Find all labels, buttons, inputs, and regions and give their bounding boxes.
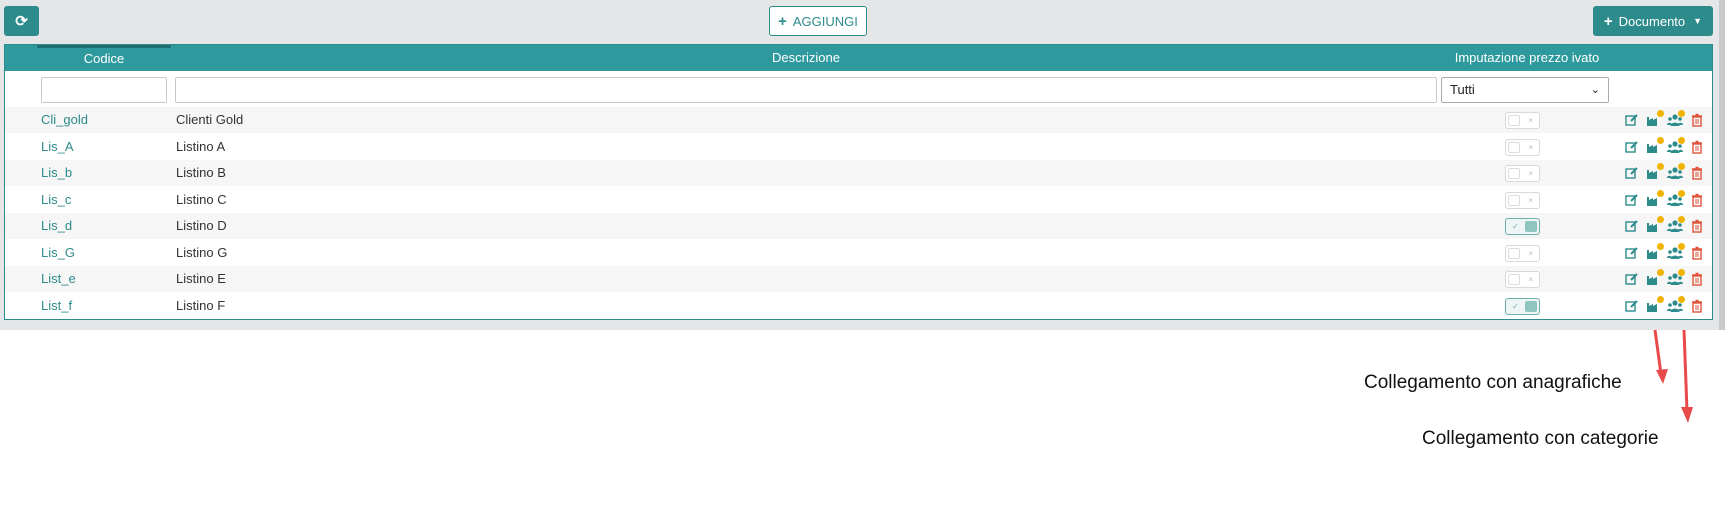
arrow-head-categorie <box>1681 407 1693 423</box>
arrow-to-anagrafiche <box>1653 329 1663 375</box>
arrow-to-categorie <box>1682 329 1689 412</box>
annotation-arrows <box>1653 329 1693 423</box>
arrow-head-anagrafiche <box>1656 369 1668 384</box>
